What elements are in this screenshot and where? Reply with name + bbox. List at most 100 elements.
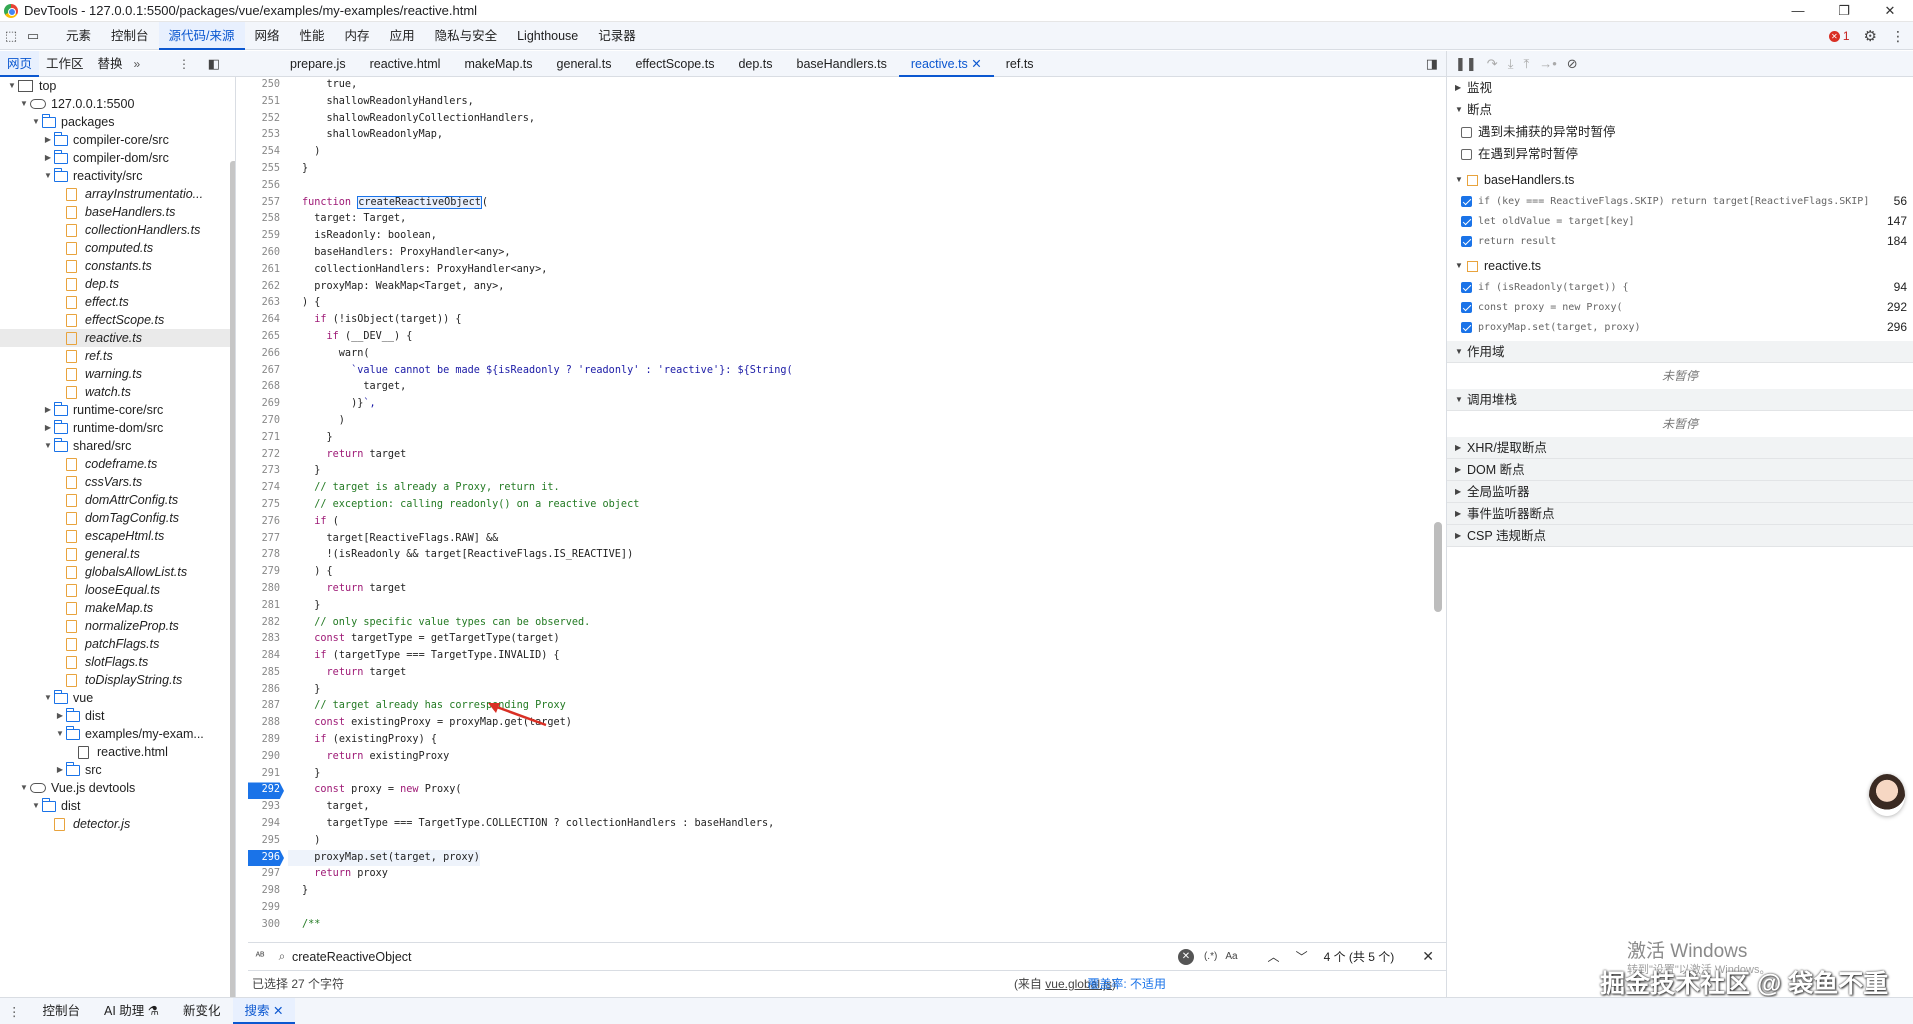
code-editor[interactable]: 250 true, 251 shallowReadonlyHandlers, 252… <box>248 77 1446 942</box>
chevron-right-icon[interactable]: ▶ <box>42 419 54 437</box>
line-number[interactable]: 281 <box>248 598 284 615</box>
line-number[interactable]: 297 <box>248 866 284 883</box>
tree-item[interactable]: ▼ Vue.js devtools <box>0 779 235 797</box>
tree-item[interactable]: domAttrConfig.ts <box>0 491 235 509</box>
line-number[interactable]: 274 <box>248 480 284 497</box>
line-number[interactable]: 262 <box>248 279 284 296</box>
tree-item[interactable]: reactive.html <box>0 743 235 761</box>
tree-item[interactable]: ▼ shared/src <box>0 437 235 455</box>
line-number[interactable]: 293 <box>248 799 284 816</box>
line-number[interactable]: 268 <box>248 379 284 396</box>
line-number[interactable]: 255 <box>248 161 284 178</box>
file-tab-2[interactable]: makeMap.ts <box>452 51 544 77</box>
file-tab-6[interactable]: baseHandlers.ts <box>785 51 899 77</box>
previous-match-icon[interactable]: ︿ <box>1268 948 1280 965</box>
tree-item[interactable]: ▶ runtime-dom/src <box>0 419 235 437</box>
file-tab-7[interactable]: reactive.ts ✕ <box>898 51 994 77</box>
tree-item[interactable]: constants.ts <box>0 257 235 275</box>
line-number[interactable]: 261 <box>248 262 284 279</box>
tree-item[interactable]: reactive.ts <box>0 329 235 347</box>
coverage-info[interactable]: 覆盖率: 不适用 <box>1087 975 1166 992</box>
line-number[interactable]: 275 <box>248 497 284 514</box>
file-tab-0[interactable]: prepare.js <box>278 51 358 77</box>
drawer-tab-0[interactable]: 控制台 <box>31 998 93 1024</box>
navigator-tab-1[interactable]: 工作区 <box>39 51 91 77</box>
chevron-down-icon[interactable]: ▼ <box>6 77 18 95</box>
chevron-down-icon[interactable]: ▼ <box>18 779 30 797</box>
tab-1[interactable]: 控制台 <box>101 22 159 50</box>
tab-2[interactable]: 源代码/来源 <box>158 21 245 50</box>
breakpoint-item[interactable]: if (isReadonly(target)) {94 <box>1447 277 1913 297</box>
line-number[interactable]: 279 <box>248 564 284 581</box>
line-number[interactable]: 250 <box>248 77 284 94</box>
line-number[interactable]: 278 <box>248 547 284 564</box>
inspect-element-icon[interactable]: ⬚ <box>0 25 22 47</box>
deactivate-breakpoints-icon[interactable]: ⊘ <box>1567 56 1578 72</box>
tree-item[interactable]: toDisplayString.ts <box>0 671 235 689</box>
tab-8[interactable]: Lighthouse <box>507 22 588 50</box>
tree-item[interactable]: dep.ts <box>0 275 235 293</box>
close-window-icon[interactable]: ✕ <box>1867 0 1913 22</box>
line-number[interactable]: 288 <box>248 715 284 732</box>
chevron-right-icon[interactable]: ▶ <box>42 401 54 419</box>
tree-item[interactable]: baseHandlers.ts <box>0 203 235 221</box>
chevron-down-icon[interactable]: ▼ <box>42 167 54 185</box>
line-number[interactable]: 280 <box>248 581 284 598</box>
pause-caught-option[interactable]: 在遇到异常时暂停 <box>1447 143 1913 165</box>
line-number[interactable]: 283 <box>248 631 284 648</box>
match-case-toggle[interactable]: Aa <box>1225 951 1237 962</box>
tree-item[interactable]: normalizeProp.ts <box>0 617 235 635</box>
line-number[interactable]: 259 <box>248 228 284 245</box>
global-listeners-section[interactable]: ▶ 全局监听器 <box>1447 481 1913 503</box>
navigator-menu-icon[interactable]: ⋮ <box>178 57 190 71</box>
close-search-icon[interactable]: ✕ <box>1422 948 1434 965</box>
close-drawer-tab-icon[interactable]: ✕ <box>270 1004 283 1018</box>
step-over-icon[interactable]: ↷ <box>1487 56 1498 72</box>
line-number[interactable]: 295 <box>248 833 284 850</box>
tree-item[interactable]: looseEqual.ts <box>0 581 235 599</box>
pause-uncaught-option[interactable]: 遇到未捕获的异常时暂停 <box>1447 121 1913 143</box>
tree-item[interactable]: ▼ top <box>0 77 235 95</box>
line-number[interactable]: 272 <box>248 447 284 464</box>
breakpoints-section[interactable]: ▼ 断点 <box>1447 99 1913 121</box>
chevron-right-icon[interactable]: ▶ <box>42 149 54 167</box>
tab-3[interactable]: 网络 <box>245 22 290 50</box>
settings-gear-icon[interactable]: ⚙ <box>1864 27 1877 45</box>
file-tab-4[interactable]: effectScope.ts <box>623 51 726 77</box>
step-out-icon[interactable]: ⤒ <box>1523 56 1529 72</box>
device-toolbar-icon[interactable]: ▭ <box>22 25 44 47</box>
line-number[interactable]: 254 <box>248 144 284 161</box>
line-number[interactable]: 265 <box>248 329 284 346</box>
tree-item[interactable]: computed.ts <box>0 239 235 257</box>
regex-toggle[interactable]: (.*) <box>1204 951 1217 962</box>
search-input[interactable]: createReactiveObject <box>292 950 1178 964</box>
tab-0[interactable]: 元素 <box>56 22 101 50</box>
line-number[interactable]: 286 <box>248 682 284 699</box>
event-listener-breakpoints-section[interactable]: ▶ 事件监听器断点 <box>1447 503 1913 525</box>
line-number[interactable]: 284 <box>248 648 284 665</box>
chevron-down-icon[interactable]: ▼ <box>54 725 66 743</box>
drawer-menu-icon[interactable]: ⋮ <box>8 1004 21 1019</box>
chevron-down-icon[interactable]: ▼ <box>30 113 42 131</box>
chevron-right-icon[interactable]: ▶ <box>54 707 66 725</box>
chevron-down-icon[interactable]: ▼ <box>42 437 54 455</box>
tree-item[interactable]: makeMap.ts <box>0 599 235 617</box>
tree-item[interactable]: watch.ts <box>0 383 235 401</box>
line-number[interactable]: 271 <box>248 430 284 447</box>
step-icon[interactable]: →• <box>1539 56 1557 71</box>
breakpoint-item[interactable]: const proxy = new Proxy(292 <box>1447 297 1913 317</box>
assistant-avatar[interactable] <box>1869 774 1905 816</box>
line-number[interactable]: 291 <box>248 766 284 783</box>
csp-violation-breakpoints-section[interactable]: ▶ CSP 违规断点 <box>1447 525 1913 547</box>
tree-item[interactable]: collectionHandlers.ts <box>0 221 235 239</box>
tree-item[interactable]: warning.ts <box>0 365 235 383</box>
tree-item[interactable]: ▼ 127.0.0.1:5500 <box>0 95 235 113</box>
dom-breakpoints-section[interactable]: ▶ DOM 断点 <box>1447 459 1913 481</box>
tree-item[interactable]: ▶ compiler-dom/src <box>0 149 235 167</box>
navigator-tab-0[interactable]: 网页 <box>0 50 40 77</box>
chevron-right-icon[interactable]: ▶ <box>54 761 66 779</box>
tree-item[interactable]: ▶ compiler-core/src <box>0 131 235 149</box>
tree-item[interactable]: slotFlags.ts <box>0 653 235 671</box>
tree-item[interactable]: ▼ examples/my-exam... <box>0 725 235 743</box>
breakpoint-file-header[interactable]: ▼ baseHandlers.ts <box>1447 169 1913 191</box>
